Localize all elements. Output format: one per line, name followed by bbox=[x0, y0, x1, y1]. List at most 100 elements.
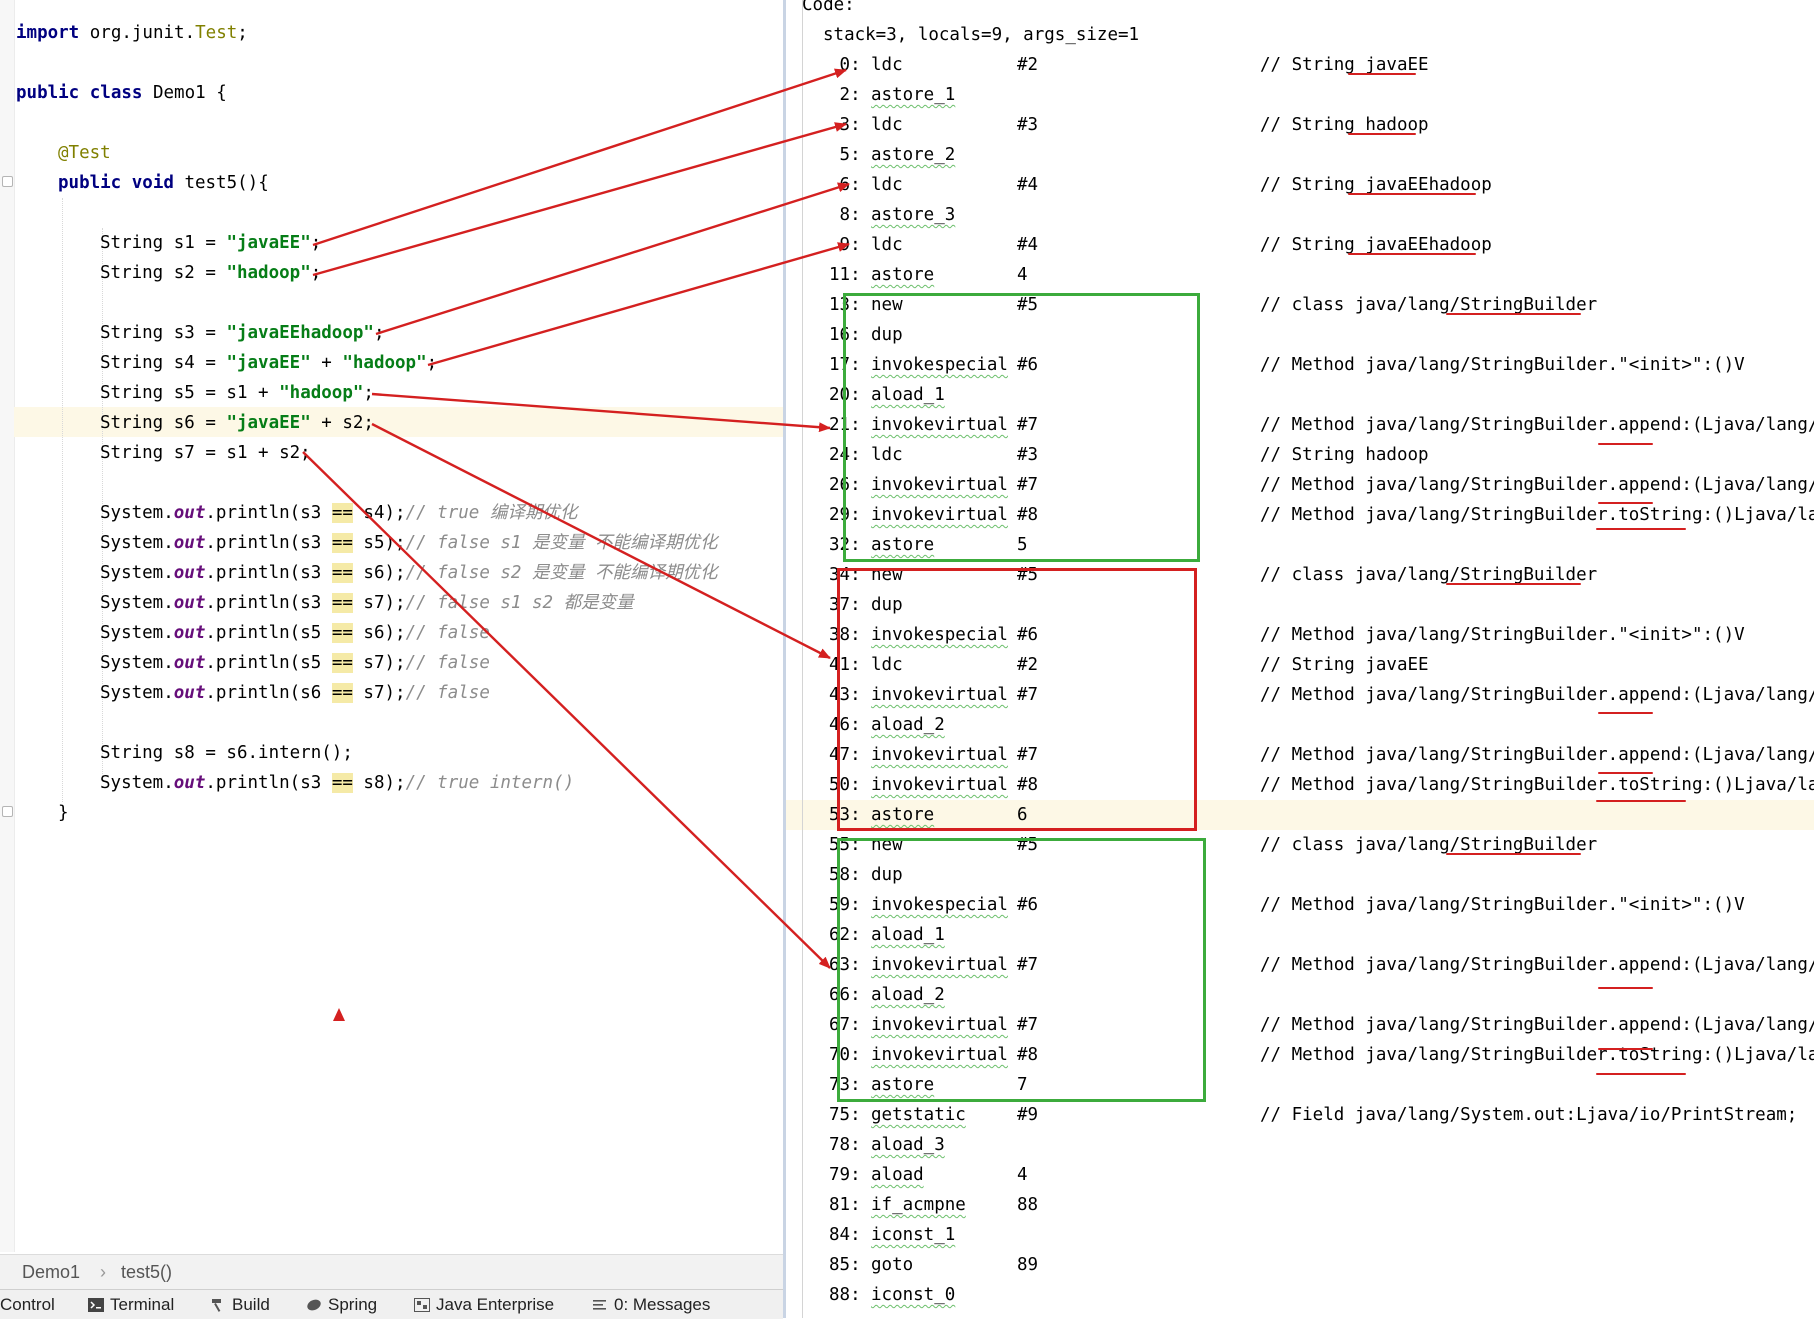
instruction-offset: 5: bbox=[829, 145, 861, 165]
fold-toggle-icon[interactable] bbox=[2, 806, 13, 817]
underline-javaee bbox=[1348, 73, 1416, 75]
underline-append bbox=[1598, 772, 1653, 774]
code-line-s2[interactable]: String s2 = "hadoop"; bbox=[100, 258, 321, 288]
instruction-comment: // Method java/lang/StringBuilder.append… bbox=[1260, 955, 1814, 975]
messages-icon bbox=[593, 1300, 606, 1310]
bytecode-row[interactable]: 3: ldc #3 // String hadoop bbox=[803, 110, 1814, 140]
instruction-comment: // String javaEEhadoop bbox=[1260, 235, 1492, 255]
instruction-comment: // Method java/lang/StringBuilder.toStri… bbox=[1260, 505, 1814, 525]
tool-window-build[interactable]: Build bbox=[210, 1290, 270, 1319]
instruction-opcode: astore_3 bbox=[871, 205, 956, 225]
bytecode-row[interactable]: 11: astore 4 bbox=[803, 260, 1814, 290]
indent-guide bbox=[62, 198, 63, 802]
terminal-icon bbox=[88, 1298, 104, 1312]
code-line-println-3[interactable]: System.out.println(s3 == s6);// false s2… bbox=[100, 558, 718, 588]
spring-leaf-icon bbox=[307, 1299, 321, 1311]
tool-window-control[interactable]: Control bbox=[0, 1290, 55, 1319]
instruction-offset: 2: bbox=[829, 85, 861, 105]
instruction-comment: // String hadoop bbox=[1260, 115, 1429, 135]
bytecode-row[interactable]: 79: aload 4 bbox=[803, 1160, 1814, 1190]
instruction-opcode: if_acmpne bbox=[871, 1195, 966, 1215]
instruction-operand: #3 bbox=[1017, 115, 1039, 135]
instruction-comment: // Method java/lang/StringBuilder."<init… bbox=[1260, 355, 1745, 375]
code-line-s7[interactable]: String s7 = s1 + s2; bbox=[100, 438, 311, 468]
code-line-s1[interactable]: String s1 = "javaEE"; bbox=[100, 228, 321, 258]
code-editor[interactable]: import org.junit.Test; public class Demo… bbox=[0, 0, 783, 1319]
code-line-println-2[interactable]: System.out.println(s3 == s5);// false s1… bbox=[100, 528, 718, 558]
instruction-operand: 4 bbox=[1017, 265, 1028, 285]
code-line-s5[interactable]: String s5 = s1 + "hadoop"; bbox=[100, 378, 374, 408]
breadcrumb-separator: › bbox=[100, 1262, 106, 1282]
instruction-offset: 8: bbox=[829, 205, 861, 225]
fold-toggle-icon[interactable] bbox=[2, 176, 13, 187]
breadcrumb-class[interactable]: Demo1 bbox=[22, 1255, 80, 1289]
code-line-println-8[interactable]: System.out.println(s3 == s8);// true int… bbox=[100, 768, 574, 798]
instruction-offset: 88: bbox=[829, 1285, 861, 1305]
bytecode-row[interactable]: 0: ldc #2 // String javaEE bbox=[803, 50, 1814, 80]
breadcrumb: Demo1 › test5() bbox=[0, 1254, 783, 1289]
instruction-opcode: ldc bbox=[871, 235, 903, 255]
instruction-offset: 0: bbox=[829, 55, 861, 75]
instruction-comment: // Method java/lang/StringBuilder.append… bbox=[1260, 685, 1814, 705]
instruction-comment: // String hadoop bbox=[1260, 445, 1429, 465]
instruction-comment: // String javaEEhadoop bbox=[1260, 175, 1492, 195]
tool-window-java-enterprise[interactable]: Java Enterprise bbox=[414, 1290, 554, 1319]
instruction-comment: // Method java/lang/StringBuilder.append… bbox=[1260, 415, 1814, 435]
underline-stringbuilder bbox=[1446, 313, 1581, 315]
tool-window-spring[interactable]: Spring bbox=[306, 1290, 377, 1319]
bytecode-row[interactable]: 88: iconst_0 bbox=[803, 1280, 1814, 1310]
stack-locals-line: stack=3, locals=9, args_size=1 bbox=[823, 25, 1140, 45]
code-line-println-7[interactable]: System.out.println(s6 == s7);// false bbox=[100, 678, 490, 708]
bytecode-row[interactable]: 81: if_acmpne 88 bbox=[803, 1190, 1814, 1220]
bytecode-row[interactable]: 2: astore_1 bbox=[803, 80, 1814, 110]
underline-append bbox=[1598, 443, 1653, 445]
instruction-opcode: astore_2 bbox=[871, 145, 956, 165]
underline-append bbox=[1598, 502, 1653, 504]
code-line-method-decl[interactable]: public void test5(){ bbox=[58, 168, 269, 198]
underline-hadoop bbox=[1348, 133, 1416, 135]
instruction-operand: 4 bbox=[1017, 1165, 1028, 1185]
bytecode-row[interactable]: 85: goto 89 bbox=[803, 1250, 1814, 1280]
code-line-s4[interactable]: String s4 = "javaEE" + "hadoop"; bbox=[100, 348, 437, 378]
code-line-println-4[interactable]: System.out.println(s3 == s7);// false s1… bbox=[100, 588, 634, 618]
instruction-opcode: getstatic bbox=[871, 1105, 966, 1125]
code-line-s6[interactable]: String s6 = "javaEE" + s2; bbox=[100, 408, 374, 438]
code-line-import[interactable]: import org.junit.Test; bbox=[16, 18, 248, 48]
editor-gutter bbox=[0, 0, 15, 1252]
underline-stringbuilder bbox=[1446, 853, 1581, 855]
bytecode-row[interactable]: 84: iconst_1 bbox=[803, 1220, 1814, 1250]
breadcrumb-method[interactable]: test5() bbox=[121, 1255, 172, 1289]
instruction-offset: 3: bbox=[829, 115, 861, 135]
code-line-s8[interactable]: String s8 = s6.intern(); bbox=[100, 738, 353, 768]
instruction-opcode: iconst_1 bbox=[871, 1225, 956, 1245]
bytecode-row[interactable]: 6: ldc #4 // String javaEEhadoop bbox=[803, 170, 1814, 200]
instruction-opcode: ldc bbox=[871, 175, 903, 195]
tool-window-terminal[interactable]: Terminal bbox=[88, 1290, 174, 1319]
instruction-comment: // class java/lang/StringBuilder bbox=[1260, 565, 1598, 585]
code-line-close-brace[interactable]: } bbox=[58, 798, 69, 828]
instruction-operand: #4 bbox=[1017, 235, 1039, 255]
bytecode-row[interactable]: 75: getstatic #9 // Field java/lang/System.… bbox=[803, 1100, 1814, 1130]
red-box-s6-stringbuilder bbox=[837, 568, 1197, 831]
code-line-class-decl[interactable]: public class Demo1 { bbox=[16, 78, 227, 108]
instruction-opcode: astore bbox=[871, 265, 935, 285]
instruction-comment: // Method java/lang/StringBuilder."<init… bbox=[1260, 895, 1745, 915]
underline-javaeehadoop bbox=[1348, 253, 1476, 255]
bytecode-row[interactable]: 78: aload_3 bbox=[803, 1130, 1814, 1160]
bytecode-panel[interactable]: Code: stack=3, locals=9, args_size=1 0: l… bbox=[783, 0, 1814, 1318]
instruction-offset: 6: bbox=[829, 175, 861, 195]
instruction-offset: 85: bbox=[829, 1255, 861, 1275]
bytecode-row[interactable]: 9: ldc #4 // String javaEEhadoop bbox=[803, 230, 1814, 260]
code-line-annotation[interactable]: @Test bbox=[58, 138, 111, 168]
instruction-comment: // Method java/lang/StringBuilder.append… bbox=[1260, 745, 1814, 765]
code-line-s3[interactable]: String s3 = "javaEEhadoop"; bbox=[100, 318, 385, 348]
bytecode-row[interactable]: 8: astore_3 bbox=[803, 200, 1814, 230]
instruction-operand: 89 bbox=[1017, 1255, 1039, 1275]
underline-stringbuilder bbox=[1446, 583, 1581, 585]
instruction-comment: // Method java/lang/StringBuilder.toStri… bbox=[1260, 1045, 1814, 1065]
code-line-println-5[interactable]: System.out.println(s5 == s6);// false bbox=[100, 618, 490, 648]
code-line-println-6[interactable]: System.out.println(s5 == s7);// false bbox=[100, 648, 490, 678]
bytecode-row[interactable]: 5: astore_2 bbox=[803, 140, 1814, 170]
code-line-println-1[interactable]: System.out.println(s3 == s4);// true 编译期… bbox=[100, 498, 577, 528]
tool-window-messages[interactable]: 0: Messages bbox=[592, 1290, 710, 1319]
